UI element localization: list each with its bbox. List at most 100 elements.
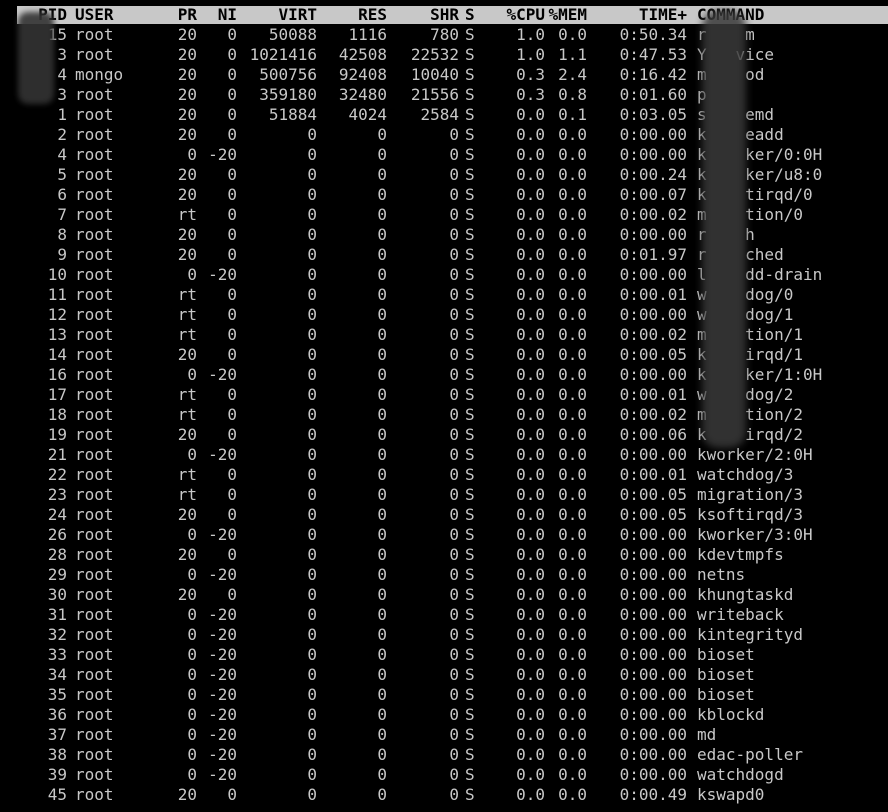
process-time: 0:03.05 bbox=[619, 105, 687, 124]
process-res: 0 bbox=[377, 745, 387, 764]
process-virt: 0 bbox=[307, 345, 317, 364]
process-virt: 0 bbox=[307, 765, 317, 784]
process-res: 0 bbox=[377, 465, 387, 484]
process-time: 0:00.00 bbox=[619, 625, 687, 644]
process-pid: 10 bbox=[47, 265, 67, 284]
process-shr: 0 bbox=[449, 245, 459, 264]
process-virt: 0 bbox=[307, 785, 317, 804]
process-mem: 0.0 bbox=[558, 625, 587, 644]
process-ni: -20 bbox=[208, 565, 237, 584]
process-user: root bbox=[75, 345, 114, 364]
process-res: 0 bbox=[377, 785, 387, 804]
process-s: S bbox=[465, 685, 475, 704]
process-user: root bbox=[75, 485, 114, 504]
process-row: 1root2005188440242584S0.00.10:03.05s emd bbox=[17, 105, 888, 125]
process-cpu: 0.0 bbox=[516, 645, 545, 664]
process-mem: 0.0 bbox=[558, 285, 587, 304]
process-user: root bbox=[75, 45, 114, 64]
process-row: 26 root 0 -20 0 0 0 S 0.0 0.0 0:00.00 kworker/3:0H bbox=[17, 525, 888, 545]
process-virt: 500756 bbox=[259, 65, 317, 84]
process-pid: 9 bbox=[57, 245, 67, 264]
process-user: root bbox=[75, 445, 114, 464]
process-virt: 0 bbox=[307, 205, 317, 224]
process-virt: 0 bbox=[307, 585, 317, 604]
process-pid: 31 bbox=[47, 605, 67, 624]
process-ni: 0 bbox=[227, 785, 237, 804]
process-user: root bbox=[75, 725, 114, 744]
process-s: S bbox=[465, 365, 475, 384]
process-cpu: 0.0 bbox=[516, 665, 545, 684]
process-res: 0 bbox=[377, 205, 387, 224]
process-pr: 0 bbox=[187, 625, 197, 644]
process-mem: 0.0 bbox=[558, 525, 587, 544]
process-res: 0 bbox=[377, 265, 387, 284]
process-cpu: 1.0 bbox=[516, 45, 545, 64]
process-virt: 0 bbox=[307, 525, 317, 544]
process-pr: 20 bbox=[177, 25, 197, 44]
header-user: USER bbox=[75, 5, 114, 24]
process-shr: 0 bbox=[449, 605, 459, 624]
process-ni: -20 bbox=[208, 265, 237, 284]
process-row: 3root20010214164250822532S1.01.10:47.53Y… bbox=[17, 45, 888, 65]
process-virt: 0 bbox=[307, 705, 317, 724]
process-user: root bbox=[75, 665, 114, 684]
process-res: 0 bbox=[377, 185, 387, 204]
process-virt: 0 bbox=[307, 225, 317, 244]
process-mem: 0.0 bbox=[558, 345, 587, 364]
process-time: 0:00.00 bbox=[619, 365, 687, 384]
process-cmd: bioset bbox=[697, 645, 755, 664]
process-row: 34 root 0 -20 0 0 0 S 0.0 0.0 0:00.00 bioset bbox=[17, 665, 888, 685]
process-user: root bbox=[75, 165, 114, 184]
process-pr: rt bbox=[177, 405, 197, 424]
process-user: root bbox=[75, 505, 114, 524]
process-mem: 0.0 bbox=[558, 785, 587, 804]
process-pid: 12 bbox=[47, 305, 67, 324]
process-mem: 0.0 bbox=[558, 765, 587, 784]
process-ni: -20 bbox=[208, 445, 237, 464]
process-res: 0 bbox=[377, 425, 387, 444]
process-virt: 0 bbox=[307, 485, 317, 504]
process-pid: 33 bbox=[47, 645, 67, 664]
process-user: root bbox=[75, 225, 114, 244]
process-s: S bbox=[465, 205, 475, 224]
process-s: S bbox=[465, 585, 475, 604]
process-row: 6 root 20 0 0 0 0 S 0.0 0.0 0:00.07 k tirqd/0 bbox=[17, 185, 888, 205]
process-cpu: 0.0 bbox=[516, 245, 545, 264]
process-time: 0:00.00 bbox=[619, 685, 687, 704]
process-mem: 0.0 bbox=[558, 145, 587, 164]
process-ni: -20 bbox=[208, 725, 237, 744]
process-shr: 0 bbox=[449, 445, 459, 464]
process-user: root bbox=[75, 745, 114, 764]
process-pid: 26 bbox=[47, 525, 67, 544]
process-ni: 0 bbox=[227, 425, 237, 444]
process-shr: 780 bbox=[430, 25, 459, 44]
process-pid: 35 bbox=[47, 685, 67, 704]
process-pr: 0 bbox=[187, 765, 197, 784]
header-virt: VIRT bbox=[278, 5, 317, 24]
process-user: root bbox=[75, 365, 114, 384]
process-user: root bbox=[75, 525, 114, 544]
process-cmd: bioset bbox=[697, 685, 755, 704]
process-shr: 0 bbox=[449, 625, 459, 644]
process-pr: 20 bbox=[177, 225, 197, 244]
redaction-blur bbox=[18, 12, 54, 104]
process-s: S bbox=[465, 125, 475, 144]
process-mem: 0.0 bbox=[558, 325, 587, 344]
process-cpu: 0.0 bbox=[516, 125, 545, 144]
process-s: S bbox=[465, 445, 475, 464]
process-cpu: 0.0 bbox=[516, 345, 545, 364]
process-ni: -20 bbox=[208, 525, 237, 544]
process-pid: 36 bbox=[47, 705, 67, 724]
process-pr: 0 bbox=[187, 365, 197, 384]
process-pr: 20 bbox=[177, 245, 197, 264]
process-mem: 0.0 bbox=[558, 485, 587, 504]
process-pid: 39 bbox=[47, 765, 67, 784]
terminal-window[interactable]: PID USER PR NI VIRT RES SHR S %CPU %MEM … bbox=[0, 0, 888, 812]
process-virt: 0 bbox=[307, 365, 317, 384]
process-row: 35 root 0 -20 0 0 0 S 0.0 0.0 0:00.00 bioset bbox=[17, 685, 888, 705]
process-ni: 0 bbox=[227, 505, 237, 524]
process-user: root bbox=[75, 765, 114, 784]
process-s: S bbox=[465, 165, 475, 184]
process-pr: 20 bbox=[177, 125, 197, 144]
process-row: 4mongo2005007569240810040S0.32.40:16.42m… bbox=[17, 65, 888, 85]
